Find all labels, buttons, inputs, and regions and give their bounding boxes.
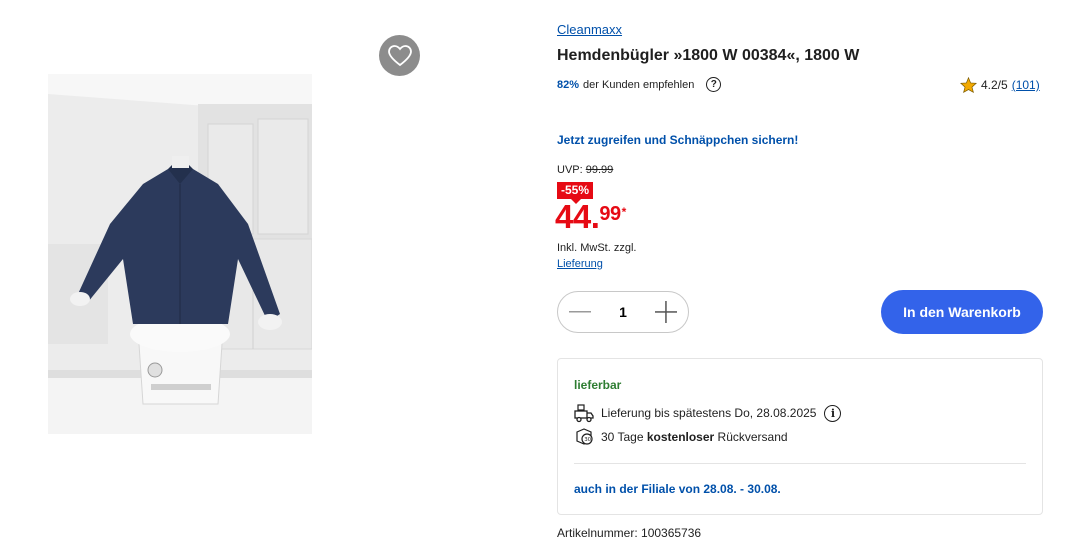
price-footnote-mark: * [621, 205, 627, 219]
decrease-quantity-button[interactable] [568, 300, 592, 324]
recommend-text: der Kunden empfehlen [583, 78, 695, 91]
uvp-price: UVP: 99.99 [557, 164, 613, 176]
return-box-icon: 30 [573, 427, 595, 447]
return-row: 30 30 Tage kostenloser Rückversand [573, 427, 788, 447]
rating-count-link[interactable]: (101) [1012, 78, 1040, 92]
wishlist-button[interactable] [379, 35, 420, 76]
availability-box: lieferbar Lieferung bis spätestens Do, 2… [557, 358, 1043, 515]
help-icon[interactable]: ? [706, 77, 722, 92]
store-availability: auch in der Filiale von 28.08. - 30.08. [574, 482, 781, 496]
return-prefix: 30 Tage [601, 430, 644, 444]
delivery-date-text: Lieferung bis spätestens Do, 28.08.2025 [601, 406, 817, 420]
uvp-label: UVP: [557, 164, 583, 176]
delivery-row: Lieferung bis spätestens Do, 28.08.2025 … [573, 403, 842, 423]
recommendation-info: 82% der Kunden empfehlen ? [557, 77, 722, 92]
increase-quantity-button[interactable] [654, 300, 678, 324]
price-main: 44. [555, 198, 600, 235]
promo-text: Jetzt zugreifen und Schnäppchen sichern! [557, 133, 799, 147]
recommend-percentage: 82% [557, 78, 580, 91]
add-to-cart-button[interactable]: In den Warenkorb [881, 290, 1043, 334]
info-icon[interactable]: i [824, 404, 842, 422]
brand-link[interactable]: Cleanmaxx [557, 22, 622, 37]
delivery-truck-icon [573, 403, 595, 423]
discount-badge: -55% [557, 182, 594, 204]
divider [574, 463, 1026, 464]
price-cents: 99 [599, 203, 621, 225]
price: 44. 99 * [555, 199, 626, 235]
svg-text:30: 30 [584, 437, 591, 443]
product-title: Hemdenbügler »1800 W 00384«, 1800 W [557, 47, 860, 64]
minus-icon [569, 311, 591, 313]
return-suffix: Rückversand [717, 430, 788, 444]
heart-icon [387, 44, 412, 66]
article-number: Artikelnummer: 100365736 [557, 526, 702, 540]
quantity-input[interactable] [608, 304, 638, 320]
rating-value: 4.2/5 [981, 78, 1008, 92]
vat-text: Inkl. MwSt. zzgl. [557, 242, 637, 254]
delivery-costs-link[interactable]: Lieferung [557, 258, 603, 270]
quantity-stepper [557, 291, 689, 333]
star-icon [960, 77, 977, 93]
product-image[interactable] [48, 74, 312, 434]
return-bold: kostenloser [646, 430, 715, 444]
plus-icon [655, 301, 677, 323]
stock-status: lieferbar [574, 378, 622, 392]
uvp-old-price: 99.99 [585, 164, 614, 176]
rating: 4.2/5 (101) [960, 77, 1040, 93]
